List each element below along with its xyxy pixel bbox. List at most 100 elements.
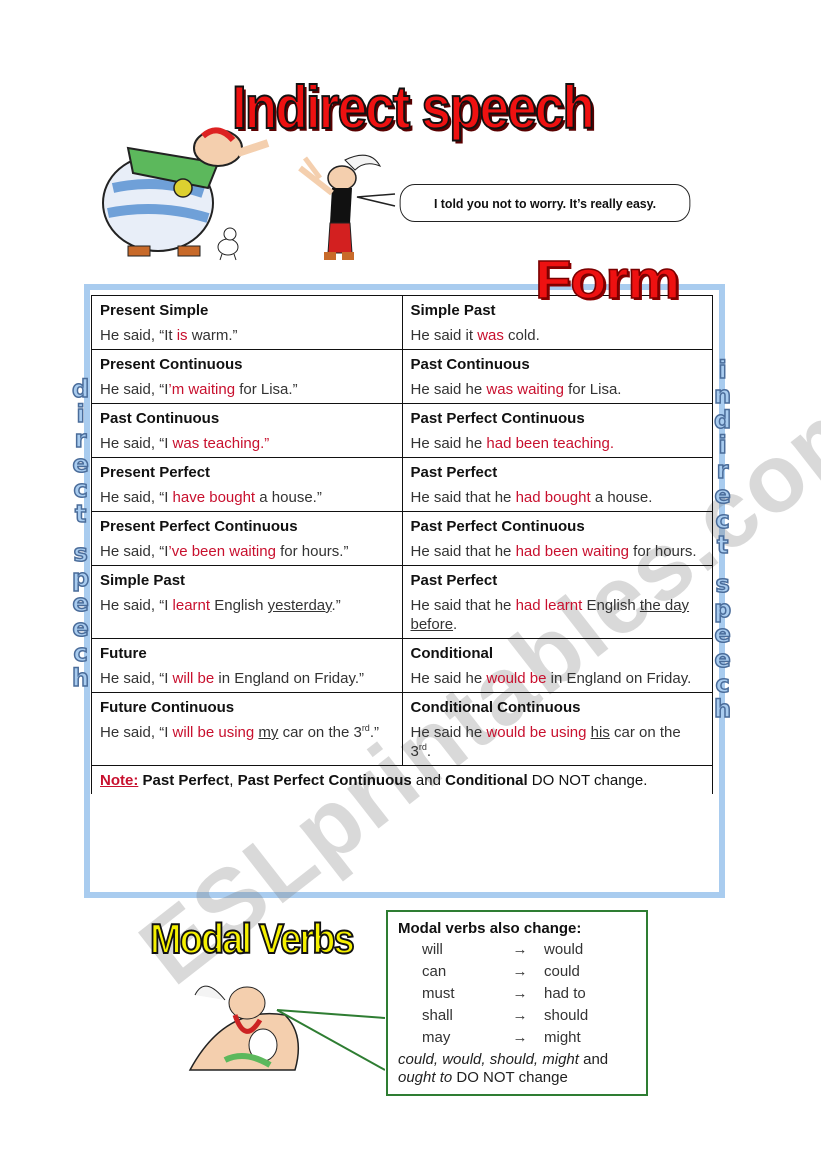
example-sentence: He said, “I’ve been waiting for hours.” xyxy=(100,543,348,560)
direct-speech-cell: Future Continuous He said, “I will be usi… xyxy=(91,692,403,766)
section-title: Form xyxy=(534,250,681,310)
tense-name: Simple Past xyxy=(100,572,186,589)
side-letter: t xyxy=(74,500,87,528)
modal-footer-italic: could, would, should, might xyxy=(398,1051,579,1068)
example-sentence: He said, “I will be in England on Friday… xyxy=(100,670,364,687)
tense-name: Future Continuous xyxy=(100,699,235,716)
tense-name: Past Perfect Continuous xyxy=(410,410,585,427)
modal-pair: can → could xyxy=(398,961,636,983)
arrow-right-icon: → xyxy=(512,985,528,1002)
indirect-speech-cell: Past Perfect He said that he had learnt E… xyxy=(401,565,713,639)
note-cell: Note: Past Perfect, Past Perfect Continu… xyxy=(91,765,713,794)
side-letter: p xyxy=(713,595,732,623)
modal-from: may xyxy=(422,1029,451,1046)
example-sentence: He said, “I have bought a house.” xyxy=(100,489,322,506)
tense-name: Present Perfect xyxy=(100,464,211,481)
obelix-illustration xyxy=(102,127,270,257)
modal-from: shall xyxy=(422,1007,453,1024)
side-letter: r xyxy=(74,425,87,453)
underlined-word: my xyxy=(258,724,279,741)
sentence-text: .” xyxy=(369,724,379,741)
tense-name: Past Perfect Continuous xyxy=(410,518,585,535)
sentence-text: He said he xyxy=(410,724,487,741)
modal-from: will xyxy=(422,941,443,958)
side-letter: c xyxy=(715,506,731,534)
highlighted-verb: was waiting xyxy=(486,381,564,398)
side-label-direct-speech: directspeech xyxy=(71,375,90,692)
direct-speech-cell: Past Continuous He said, “I was teaching.… xyxy=(91,403,403,458)
tense-name: Past Continuous xyxy=(410,356,530,373)
side-label-indirect-speech: indirectspeech xyxy=(713,357,732,723)
sentence-text: He said, “I xyxy=(100,670,173,687)
side-letter: e xyxy=(72,614,90,642)
highlighted-verb: ’ve been waiting xyxy=(168,543,276,560)
note-sep-2: and xyxy=(411,772,446,789)
direct-speech-cell: Present Simple He said, “It is warm.” xyxy=(91,295,403,350)
highlighted-verb: learnt xyxy=(172,597,211,614)
sentence-text: He said he xyxy=(410,670,487,687)
sentence-text: .” xyxy=(331,597,341,614)
highlighted-verb: is xyxy=(176,327,188,344)
sentence-text: He said, “I xyxy=(100,543,169,560)
modal-verbs-heading: Modal verbs also change: xyxy=(398,920,582,937)
modal-pair: may → might xyxy=(398,1027,636,1049)
example-sentence: He said that he had been waiting for hou… xyxy=(411,543,697,560)
tense-name: Conditional xyxy=(410,645,494,662)
arrow-right-icon: → xyxy=(512,963,528,980)
side-letter: n xyxy=(713,381,732,409)
modal-footer-italic2: ought to xyxy=(398,1069,453,1086)
sentence-text: He said, “I xyxy=(100,724,173,741)
sentence-text: English xyxy=(210,597,268,614)
underlined-word: his xyxy=(590,724,610,741)
indirect-speech-cell: Conditional He said he would be in Englan… xyxy=(401,638,713,693)
highlighted-verb: had been teaching. xyxy=(486,435,615,452)
arrow-right-icon: → xyxy=(512,1007,528,1024)
example-sentence: He said he was waiting for Lisa. xyxy=(411,381,622,398)
sentence-text: for Lisa. xyxy=(563,381,622,398)
sentence-text: He said, “It xyxy=(100,327,177,344)
indirect-speech-cell: Past Perfect Continuous He said he had be… xyxy=(401,403,713,458)
sentence-text: He said, “I xyxy=(100,489,173,506)
highlighted-verb: will be using xyxy=(172,724,255,741)
example-sentence: He said he had been teaching. xyxy=(411,435,615,452)
tense-name: Future xyxy=(100,645,147,662)
side-letter: i xyxy=(76,400,86,428)
sentence-text: He said he xyxy=(410,435,487,452)
example-sentence: He said, “I will be using my car on the … xyxy=(100,723,379,742)
table-row: Future He said, “I will be in England on … xyxy=(91,638,713,693)
highlighted-verb: was xyxy=(477,327,504,344)
side-letter: e xyxy=(714,645,732,673)
table-row: Present Perfect He said, “I have bought a… xyxy=(91,457,713,512)
underlined-word: yesterday xyxy=(267,597,332,614)
modal-pair: must → had to xyxy=(398,983,636,1005)
highlighted-verb: would be xyxy=(486,670,547,687)
highlighted-verb: was teaching.” xyxy=(172,435,270,452)
table-row: Present Perfect Continuous He said, “I’ve… xyxy=(91,511,713,566)
side-letter: d xyxy=(713,406,732,434)
sentence-text: He said, “I xyxy=(100,381,169,398)
example-sentence: He said he would be in England on Friday… xyxy=(411,670,692,687)
highlighted-verb: have bought xyxy=(172,489,256,506)
table-row: Present Continuous He said, “I’m waiting … xyxy=(91,349,713,404)
side-letter: c xyxy=(73,639,89,667)
tense-name: Conditional Continuous xyxy=(410,699,581,716)
highlighted-verb: had been waiting xyxy=(515,543,630,560)
highlighted-verb: would be using xyxy=(486,724,587,741)
modal-from: must xyxy=(422,985,455,1002)
side-letter: s xyxy=(73,539,89,567)
side-letter: e xyxy=(714,481,732,509)
modal-verbs-box: Modal verbs also change: will → would can → c… xyxy=(386,910,648,1096)
sentence-text: English xyxy=(582,597,640,614)
table-row: Past Continuous He said, “I was teaching.… xyxy=(91,403,713,458)
modal-to: should xyxy=(544,1007,589,1024)
example-sentence: He said, “It is warm.” xyxy=(100,327,238,344)
side-letter: d xyxy=(71,375,90,403)
note-label: Note: xyxy=(100,772,139,789)
modal-to: would xyxy=(544,941,584,958)
note-tense-1: Past Perfect xyxy=(142,772,230,789)
modal-to: had to xyxy=(544,985,586,1002)
highlighted-verb: ’m waiting xyxy=(168,381,236,398)
sentence-text: rd xyxy=(361,723,370,733)
tense-name: Past Perfect xyxy=(410,572,498,589)
sentence-text: He said, “I xyxy=(100,597,173,614)
